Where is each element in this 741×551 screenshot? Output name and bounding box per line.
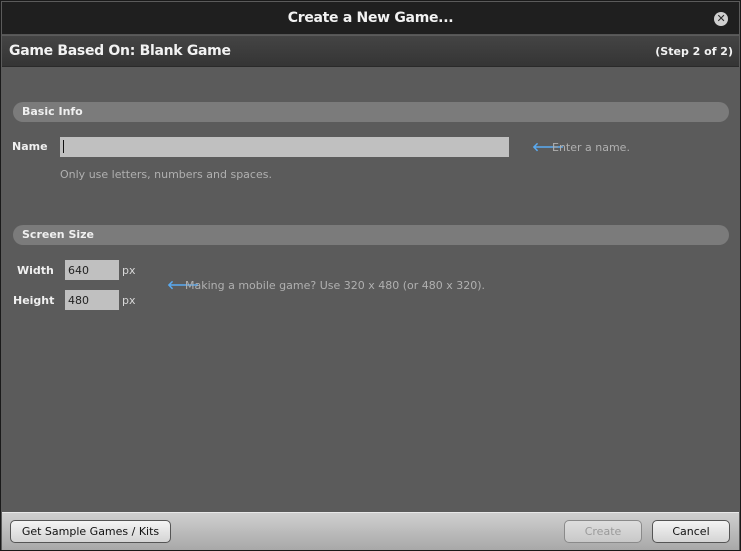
game-based-on-title: Game Based On: Blank Game (9, 43, 231, 59)
width-label: Width (17, 264, 54, 277)
text-caret (63, 140, 64, 153)
name-help-text: Only use letters, numbers and spaces. (60, 168, 272, 181)
create-game-dialog: Create a New Game... ✕ Game Based On: Bl… (0, 0, 741, 551)
subheader: Game Based On: Blank Game (Step 2 of 2) (2, 36, 739, 67)
get-sample-games-button[interactable]: Get Sample Games / Kits (10, 520, 171, 543)
height-input[interactable] (65, 290, 119, 310)
close-icon: ✕ (716, 12, 726, 25)
height-label: Height (13, 294, 55, 307)
width-unit: px (122, 264, 136, 277)
name-hint: Enter a name. (552, 141, 630, 154)
mobile-size-hint: Making a mobile game? Use 320 x 480 (or … (185, 279, 486, 292)
close-button[interactable]: ✕ (714, 12, 728, 26)
section-title: Basic Info (22, 105, 83, 118)
step-indicator: (Step 2 of 2) (655, 45, 733, 58)
title-bar: Create a New Game... ✕ (2, 2, 739, 35)
create-button[interactable]: Create (564, 520, 642, 543)
section-header-basic-info: Basic Info (13, 102, 729, 122)
height-unit: px (122, 294, 136, 307)
section-title: Screen Size (22, 228, 95, 241)
width-input[interactable] (65, 260, 119, 280)
dialog-title: Create a New Game... (287, 10, 454, 26)
section-header-screen-size: Screen Size (13, 225, 729, 245)
dialog-footer: Get Sample Games / Kits Create Cancel (2, 512, 739, 550)
name-input[interactable] (60, 137, 509, 157)
cancel-button[interactable]: Cancel (652, 520, 730, 543)
name-label: Name (12, 140, 48, 153)
